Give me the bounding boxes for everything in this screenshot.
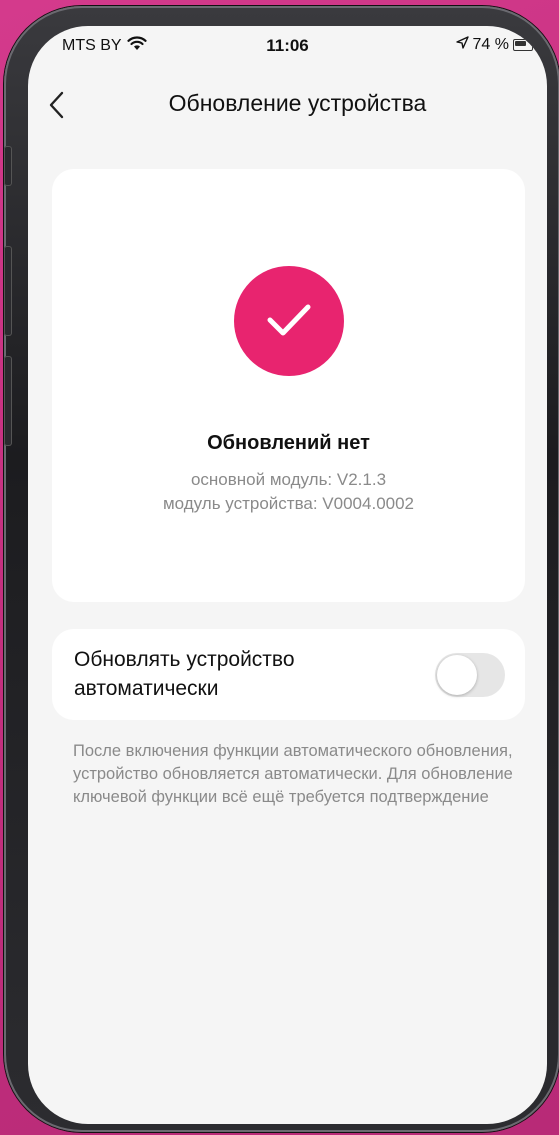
device-module-version: модуль устройства: V0004.0002 [162, 494, 415, 513]
checkmark-icon [267, 304, 311, 336]
status-title: Обновлений нет [207, 432, 370, 454]
mute-switch [4, 146, 12, 186]
screen: MTS BY 11:06 74 % Обновление устройства … [28, 26, 547, 1124]
status-bar: MTS BY 11:06 74 % [28, 26, 547, 70]
update-status-card: Обновлений нет основной модуль: V2.1.3 м… [52, 169, 525, 602]
battery-icon [513, 39, 533, 51]
auto-update-label: Обновлять устройство автоматически [74, 648, 295, 700]
success-badge [234, 266, 344, 376]
auto-update-row: Обновлять устройство автоматически [52, 629, 525, 720]
nav-bar: Обновление устройства [28, 80, 547, 130]
auto-update-description: После включения функции автоматического … [73, 742, 513, 806]
auto-update-toggle[interactable] [435, 653, 505, 697]
page-title: Обновление устройства [168, 90, 427, 116]
phone-frame: MTS BY 11:06 74 % Обновление устройства … [4, 6, 559, 1132]
location-arrow-icon [455, 36, 469, 54]
volume-up-button [4, 246, 12, 336]
volume-down-button [4, 356, 12, 446]
status-right: 74 % [455, 36, 533, 54]
battery-percent: 74 % [472, 36, 509, 53]
toggle-knob [437, 655, 477, 695]
main-module-version: основной модуль: V2.1.3 [190, 470, 387, 489]
